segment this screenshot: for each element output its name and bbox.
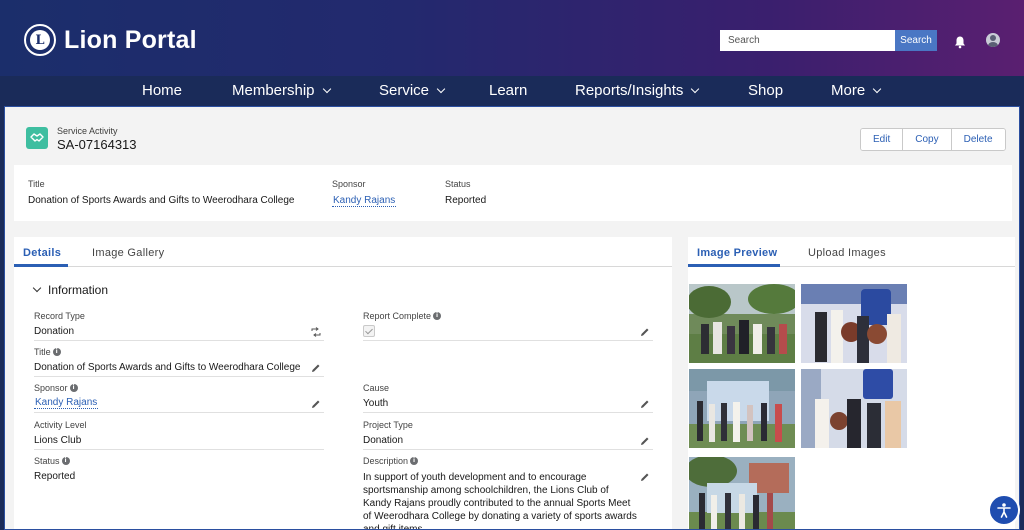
bell-icon[interactable] — [953, 35, 967, 49]
portal-title[interactable]: Lion Portal — [64, 26, 197, 55]
edit-pencil-icon[interactable] — [640, 472, 650, 482]
record-page: Service Activity SA-07164313 Edit Copy D… — [4, 106, 1020, 530]
handshake-icon — [26, 127, 48, 149]
field-status: Status i Reported — [34, 456, 76, 482]
record-number: SA-07164313 — [57, 137, 137, 152]
gallery-photo[interactable] — [801, 284, 907, 363]
chevron-down-icon — [32, 283, 42, 293]
edit-pencil-icon[interactable] — [640, 327, 650, 337]
gallery-photo[interactable] — [689, 284, 795, 363]
record-object-type: Service Activity — [57, 126, 118, 136]
delete-button[interactable]: Delete — [951, 129, 1005, 150]
nav-item-reports-insights[interactable]: Reports/Insights — [575, 82, 700, 99]
nav-item-home[interactable]: Home — [142, 82, 182, 99]
field-description: Description i In support of youth develop… — [363, 456, 653, 529]
edit-pencil-icon[interactable] — [640, 436, 650, 446]
chevron-down-icon — [322, 84, 331, 93]
information-section-toggle[interactable]: Information — [32, 283, 108, 297]
field-record-type: Record Type Donation — [34, 311, 324, 341]
tab-upload-images[interactable]: Upload Images — [808, 247, 886, 259]
image-panel: Image Preview Upload Images — [688, 237, 1015, 530]
detail-tabs: Details Image Gallery — [14, 237, 672, 267]
tab-details[interactable]: Details — [23, 247, 61, 259]
lions-logo[interactable]: L — [24, 24, 56, 56]
user-avatar-icon[interactable] — [986, 33, 1000, 47]
field-report-complete: Report Complete i — [363, 311, 653, 341]
lions-logo-mark: L — [30, 30, 50, 50]
portal-header: L Lion Portal Search — [0, 0, 1024, 76]
copy-button[interactable]: Copy — [903, 129, 952, 150]
tab-image-gallery[interactable]: Image Gallery — [92, 247, 164, 259]
gallery-photo[interactable] — [689, 457, 795, 530]
info-icon[interactable]: i — [433, 312, 442, 320]
highlight-sponsor: Sponsor Kandy Rajans — [332, 179, 397, 207]
image-tabs: Image Preview Upload Images — [688, 237, 1015, 267]
nav-item-shop[interactable]: Shop — [748, 82, 783, 99]
field-title: Title i Donation of Sports Awards and Gif… — [34, 347, 324, 377]
tab-image-preview[interactable]: Image Preview — [697, 247, 777, 259]
report-complete-checkbox — [363, 325, 375, 337]
field-cause: Cause Youth — [363, 383, 653, 413]
gallery-photo[interactable] — [801, 369, 907, 448]
search-input[interactable] — [720, 30, 895, 51]
accessibility-icon[interactable] — [988, 494, 1020, 526]
highlight-status: Status Reported — [445, 179, 487, 206]
info-icon[interactable]: i — [61, 457, 70, 465]
nav-item-membership[interactable]: Membership — [232, 82, 331, 99]
search-button[interactable]: Search — [895, 30, 937, 51]
edit-button[interactable]: Edit — [861, 129, 904, 150]
chevron-down-icon — [872, 84, 882, 93]
edit-pencil-icon[interactable] — [311, 363, 321, 373]
details-panel: Details Image Gallery Information Record… — [14, 237, 672, 529]
chevron-down-icon — [436, 84, 446, 93]
nav-item-service[interactable]: Service — [379, 82, 446, 99]
field-project-type: Project Type Donation — [363, 420, 653, 450]
gallery-photo[interactable] — [689, 369, 795, 448]
info-icon[interactable]: i — [410, 457, 419, 465]
main-nav: Home Membership Service Learn Reports/In… — [0, 76, 1024, 106]
active-tab-indicator — [14, 264, 68, 267]
nav-item-learn[interactable]: Learn — [489, 82, 527, 99]
field-sponsor: Sponsor i Kandy Rajans — [34, 383, 324, 413]
active-tab-indicator — [688, 264, 780, 267]
change-record-type-icon[interactable] — [311, 327, 321, 337]
edit-pencil-icon[interactable] — [311, 399, 321, 409]
info-icon[interactable]: i — [52, 348, 61, 356]
edit-pencil-icon[interactable] — [640, 399, 650, 409]
field-activity-level: Activity Level Lions Club — [34, 420, 324, 450]
sponsor-link[interactable]: Kandy Rajans — [332, 195, 397, 207]
chevron-down-icon — [691, 84, 700, 93]
highlight-title: Title Donation of Sports Awards and Gift… — [28, 179, 295, 206]
sponsor-field-link[interactable]: Kandy Rajans — [34, 397, 99, 409]
record-header: Service Activity SA-07164313 Edit Copy D… — [14, 117, 1012, 161]
highlights-panel: Title Donation of Sports Awards and Gift… — [14, 165, 1012, 221]
nav-item-more[interactable]: More — [831, 82, 882, 99]
info-icon[interactable]: i — [69, 384, 78, 392]
record-actions: Edit Copy Delete — [860, 128, 1006, 151]
